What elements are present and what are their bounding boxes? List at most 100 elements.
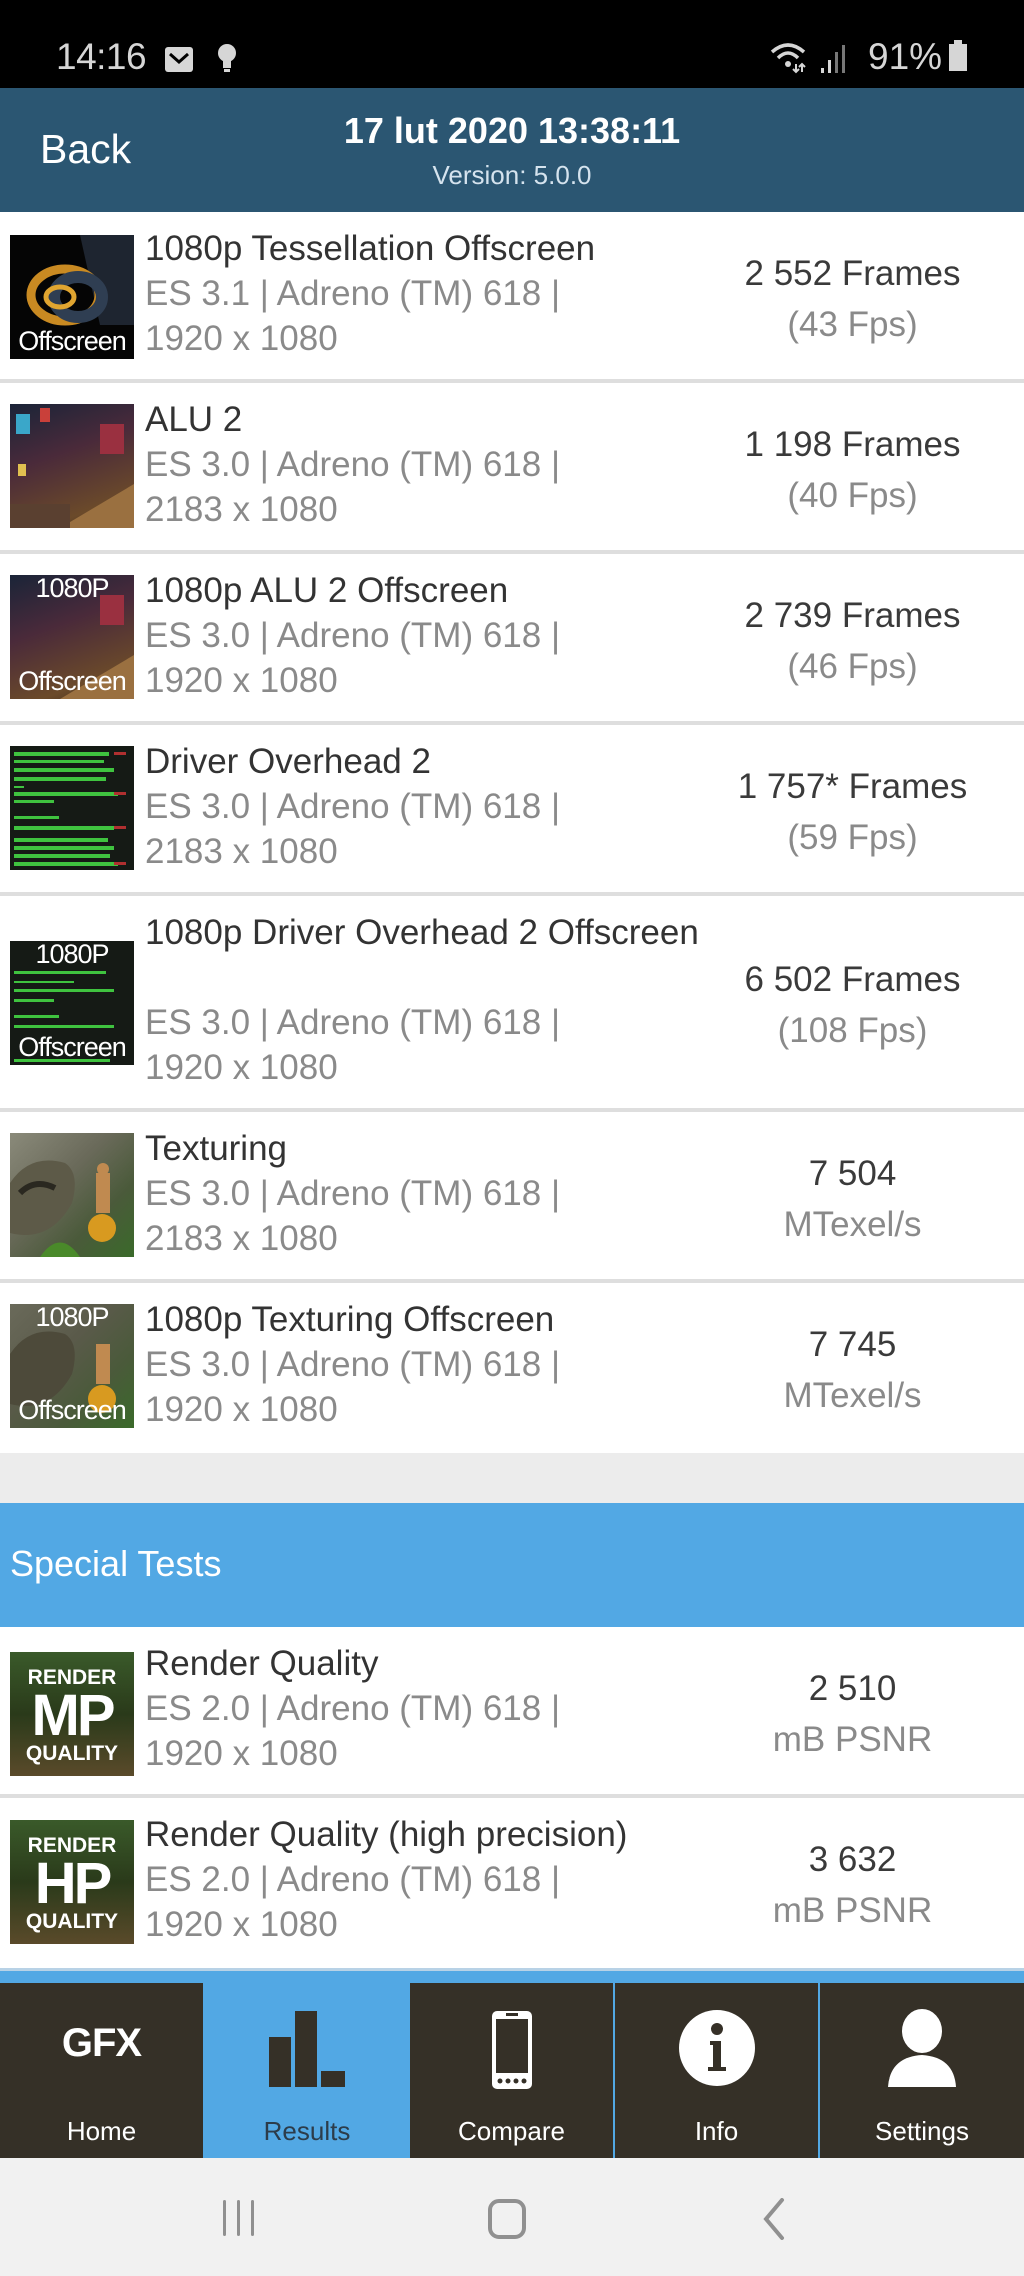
- badge-bottom: QUALITY: [25, 1742, 119, 1765]
- tab-home[interactable]: GFX Home: [0, 1983, 203, 2159]
- result-row[interactable]: Offscreen 1080p Tessellation Offscreen E…: [0, 212, 1024, 383]
- tab-results[interactable]: Results: [206, 1983, 408, 2159]
- texturing-thumbnail: [10, 1133, 134, 1257]
- result-date-title: 17 lut 2020 13:38:11: [343, 110, 681, 151]
- test-unit: mB PSNR: [772, 1891, 933, 1930]
- system-navigation-bar: [0, 2158, 1024, 2276]
- result-row[interactable]: Driver Overhead 2 ES 3.0 | Adreno (TM) 6…: [0, 725, 1024, 896]
- tab-label: Home: [66, 2116, 137, 2146]
- tab-label: Results: [263, 2116, 351, 2146]
- special-tests-list: RENDER MP QUALITY Render Quality ES 2.0 …: [0, 1627, 1024, 1966]
- test-unit: (40 Fps): [787, 476, 918, 515]
- test-api: ES 3.0 | Adreno (TM) 618 |: [145, 445, 561, 484]
- test-resolution: 1920 x 1080: [145, 1390, 338, 1429]
- back-icon[interactable]: [760, 2198, 788, 2245]
- test-resolution: 1920 x 1080: [145, 661, 338, 700]
- test-unit: (108 Fps): [777, 1011, 928, 1050]
- app-header: Back 17 lut 2020 13:38:11 Version: 5.0.0: [0, 88, 1024, 212]
- email-icon: [164, 44, 196, 79]
- thumb-bottom-label: Offscreen: [18, 326, 127, 356]
- gfx-logo-icon: GFX: [61, 2021, 142, 2065]
- section-header-special-tests: Special Tests: [0, 1503, 1024, 1627]
- test-name: 1080p ALU 2 Offscreen: [145, 571, 509, 610]
- test-resolution: 2183 x 1080: [145, 490, 338, 529]
- test-score: 2 739 Frames: [744, 596, 961, 635]
- status-bar: 14:16 91%: [0, 0, 1024, 88]
- test-name: 1080p Tessellation Offscreen: [145, 229, 596, 268]
- lightbulb-icon: [216, 42, 238, 79]
- tab-label: Info: [694, 2116, 739, 2146]
- result-row[interactable]: ALU 2 ES 3.0 | Adreno (TM) 618 | 2183 x …: [0, 383, 1024, 554]
- test-name: Texturing: [145, 1129, 288, 1168]
- result-row[interactable]: 1080P Offscreen 1080p ALU 2 Offscreen ES…: [0, 554, 1024, 725]
- tessellation-thumbnail: Offscreen: [10, 235, 134, 359]
- results-list: Offscreen 1080p Tessellation Offscreen E…: [0, 212, 1024, 1454]
- signal-icon: [820, 44, 848, 79]
- badge-main: HP: [34, 1851, 113, 1916]
- alu-thumbnail: [10, 404, 134, 528]
- tab-settings[interactable]: Settings: [820, 1983, 1024, 2159]
- test-api: ES 3.0 | Adreno (TM) 618 |: [145, 616, 561, 655]
- result-row[interactable]: Texturing ES 3.0 | Adreno (TM) 618 | 218…: [0, 1112, 1024, 1283]
- test-score: 2 552 Frames: [744, 254, 961, 293]
- thumb-bottom-label: Offscreen: [18, 666, 127, 696]
- driver-overhead-thumbnail: [10, 746, 134, 870]
- test-score: 6 502 Frames: [744, 960, 961, 999]
- test-name: Render Quality (high precision): [145, 1815, 628, 1854]
- recent-apps-icon[interactable]: [220, 2198, 260, 2243]
- result-row[interactable]: 1080P Offscreen 1080p Driver Overhead 2 …: [0, 896, 1024, 1112]
- test-unit: MTexel/s: [783, 1376, 922, 1415]
- user-icon: [886, 2009, 958, 2092]
- result-row[interactable]: RENDER MP QUALITY Render Quality ES 2.0 …: [0, 1627, 1024, 1798]
- test-name: 1080p Texturing Offscreen: [145, 1300, 555, 1339]
- thumb-top-label: 1080P: [35, 575, 109, 603]
- test-resolution: 2183 x 1080: [145, 1219, 338, 1258]
- thumb-bottom-label: Offscreen: [18, 1032, 127, 1062]
- version-label: Version: 5.0.0: [432, 160, 592, 190]
- test-resolution: 1920 x 1080: [145, 319, 338, 358]
- test-unit: (46 Fps): [787, 647, 918, 686]
- status-time: 14:16: [56, 36, 147, 77]
- test-api: ES 3.1 | Adreno (TM) 618 |: [145, 274, 561, 313]
- test-score: 7 745: [808, 1325, 897, 1364]
- section-title: Special Tests: [10, 1543, 222, 1584]
- test-resolution: 1920 x 1080: [145, 1048, 338, 1087]
- test-name: ALU 2: [145, 400, 243, 439]
- test-api: ES 2.0 | Adreno (TM) 618 |: [145, 1689, 561, 1728]
- tab-compare[interactable]: Compare: [410, 1983, 613, 2159]
- bottom-tab-bar: GFX Home Results Compare Info Settings: [0, 1968, 1024, 2159]
- home-icon[interactable]: [487, 2198, 529, 2245]
- test-resolution: 1920 x 1080: [145, 1905, 338, 1944]
- tab-label: Compare: [458, 2116, 565, 2146]
- test-unit: MTexel/s: [783, 1205, 922, 1244]
- result-row[interactable]: 1080P Offscreen 1080p Texturing Offscree…: [0, 1283, 1024, 1454]
- section-gap: [0, 1453, 1024, 1503]
- render-quality-hp-thumbnail: RENDER HP QUALITY: [10, 1820, 134, 1944]
- battery-icon: [948, 40, 968, 77]
- badge-bottom: QUALITY: [25, 1910, 119, 1933]
- result-row[interactable]: RENDER HP QUALITY Render Quality (high p…: [0, 1798, 1024, 1966]
- alu-thumbnail: 1080P Offscreen: [10, 575, 134, 699]
- battery-percent: 91%: [868, 36, 943, 77]
- test-score: 1 757* Frames: [737, 767, 968, 806]
- tab-info[interactable]: Info: [615, 1983, 818, 2159]
- test-score: 7 504: [808, 1154, 897, 1193]
- test-api: ES 3.0 | Adreno (TM) 618 |: [145, 787, 561, 826]
- test-name: 1080p Driver Overhead 2 Offscreen: [145, 913, 699, 952]
- test-unit: mB PSNR: [772, 1720, 933, 1759]
- badge-main: MP: [31, 1683, 116, 1748]
- thumb-top-label: 1080P: [35, 941, 109, 969]
- test-score: 3 632: [808, 1840, 897, 1879]
- test-resolution: 1920 x 1080: [145, 1734, 338, 1773]
- test-score: 1 198 Frames: [744, 425, 961, 464]
- thumb-bottom-label: Offscreen: [18, 1395, 127, 1425]
- test-score: 2 510: [808, 1669, 897, 1708]
- texturing-thumbnail: 1080P Offscreen: [10, 1304, 134, 1428]
- phone-icon: [490, 2009, 534, 2096]
- tab-label: Settings: [875, 2116, 969, 2146]
- test-api: ES 3.0 | Adreno (TM) 618 |: [145, 1345, 561, 1384]
- test-api: ES 2.0 | Adreno (TM) 618 |: [145, 1860, 561, 1899]
- info-icon: [678, 2009, 756, 2092]
- test-api: ES 3.0 | Adreno (TM) 618 |: [145, 1174, 561, 1213]
- thumb-top-label: 1080P: [35, 1304, 109, 1332]
